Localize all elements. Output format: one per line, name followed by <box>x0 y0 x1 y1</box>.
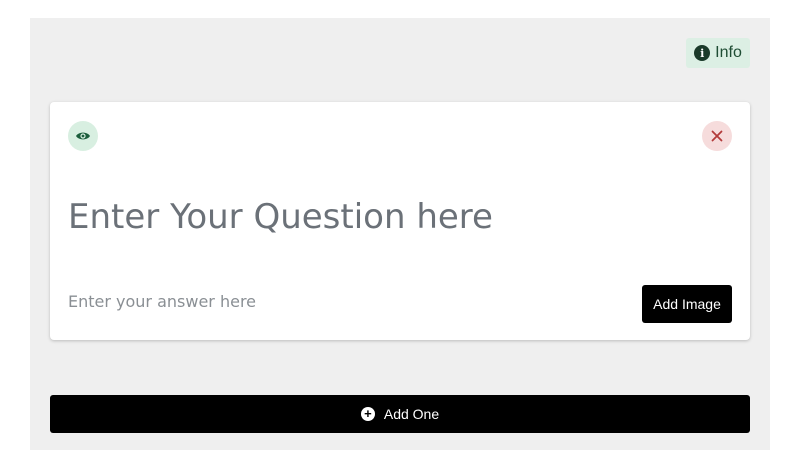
add-one-button[interactable]: + Add One <box>50 395 750 433</box>
info-circle-icon: i <box>694 45 711 61</box>
question-input[interactable] <box>68 192 708 242</box>
remove-question-button[interactable] <box>702 121 732 151</box>
close-icon <box>711 130 723 142</box>
form-panel: i Info Add Image + Add One <box>30 18 770 450</box>
info-button-label: Info <box>715 44 742 61</box>
info-button[interactable]: i Info <box>686 38 750 68</box>
question-card: Add Image <box>50 102 750 340</box>
eye-icon <box>76 132 90 140</box>
plus-circle-icon: + <box>360 407 375 421</box>
answer-input[interactable] <box>68 288 588 314</box>
add-one-label: Add One <box>383 406 440 422</box>
toggle-visibility-button[interactable] <box>68 121 98 151</box>
add-image-button[interactable]: Add Image <box>642 285 732 323</box>
